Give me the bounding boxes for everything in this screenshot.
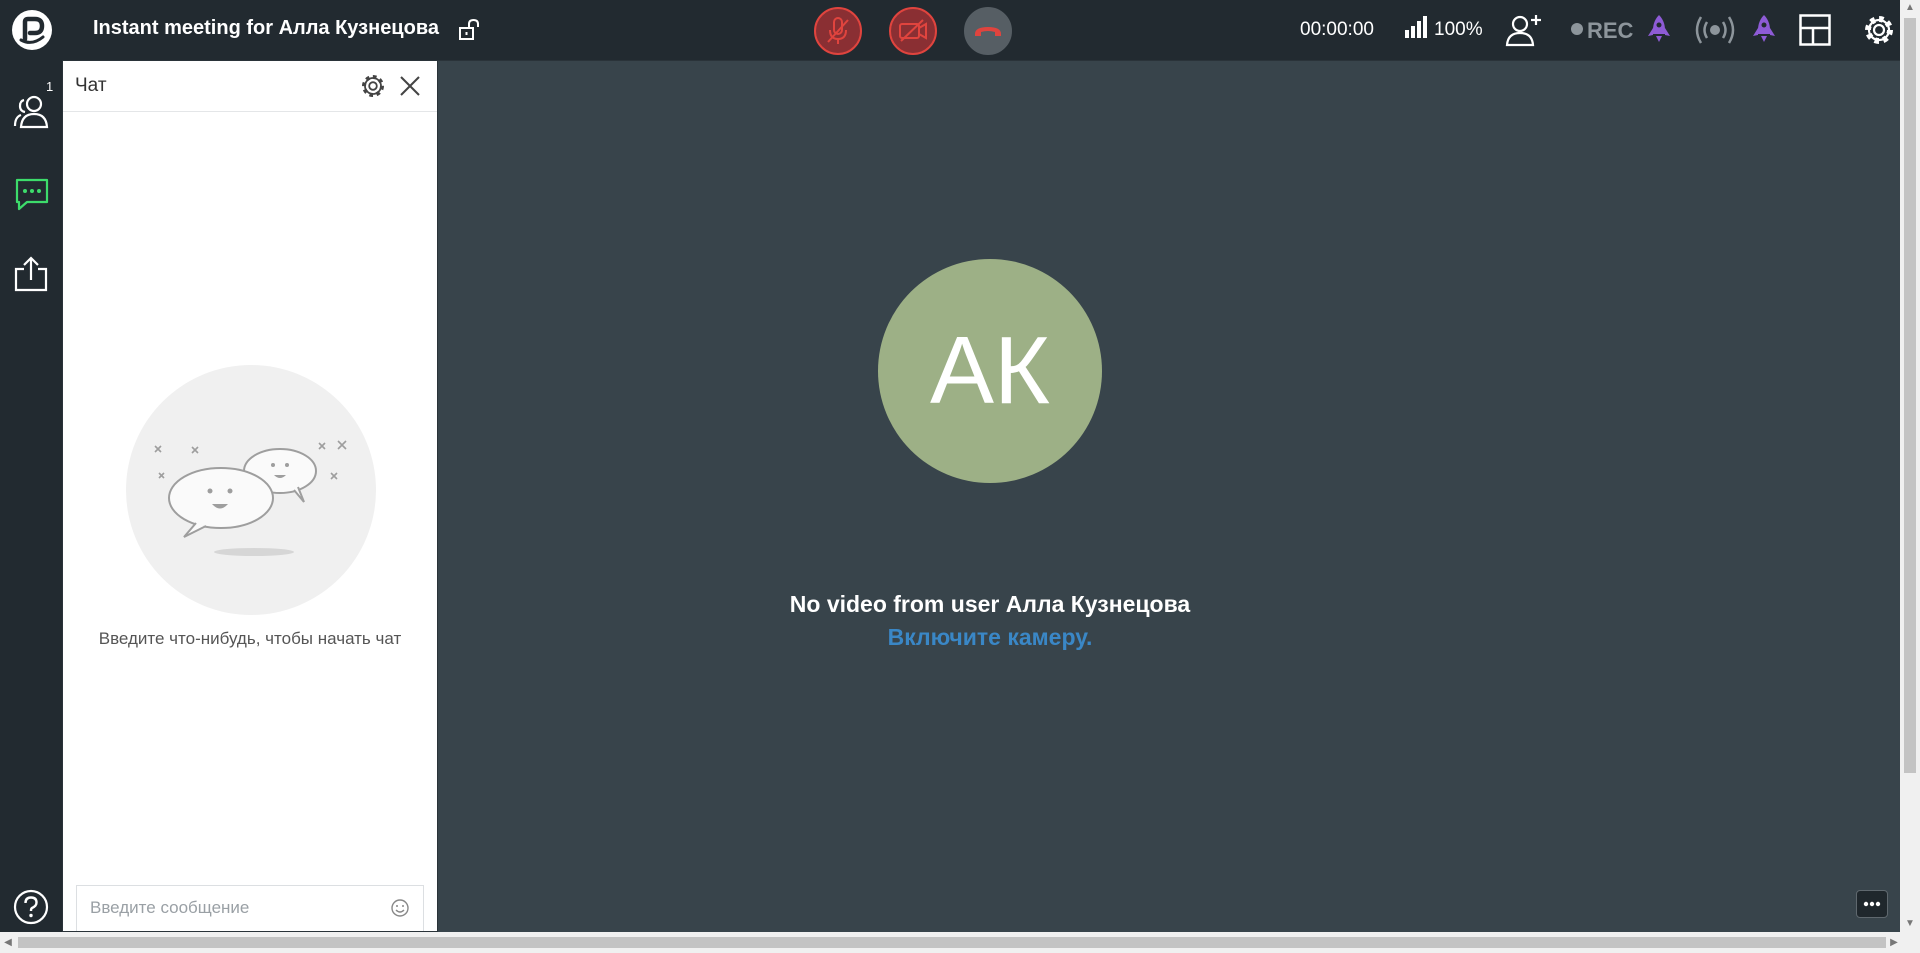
scroll-right-arrow-icon[interactable]: ▶	[1886, 932, 1902, 953]
chat-empty-text: Введите что-нибудь, чтобы начать чат	[98, 629, 402, 648]
record-button[interactable]: REC	[1587, 18, 1633, 44]
logo-icon[interactable]	[12, 10, 52, 50]
unlock-icon[interactable]	[458, 18, 484, 47]
close-icon[interactable]	[397, 73, 423, 104]
chat-icon[interactable]	[14, 177, 50, 218]
emoji-icon[interactable]	[390, 898, 410, 923]
chat-title: Чат	[75, 75, 107, 96]
chat-message-input[interactable]	[77, 886, 390, 930]
video-stage: АК No video from user Алла Кузнецова Вкл…	[438, 61, 1900, 932]
vertical-scrollbar[interactable]: ▲ ▼	[1900, 0, 1920, 932]
avatar: АК	[878, 259, 1102, 483]
broadcast-icon[interactable]	[1692, 12, 1738, 53]
enable-camera-link[interactable]: Включите камеру.	[438, 624, 1542, 651]
vertical-scroll-thumb[interactable]	[1904, 18, 1916, 773]
signal-bars-icon	[1404, 16, 1430, 45]
mic-toggle-button[interactable]	[814, 7, 862, 55]
more-dots-icon	[1863, 901, 1881, 907]
help-icon[interactable]	[13, 889, 49, 930]
record-dot-icon	[1571, 23, 1583, 35]
participants-icon[interactable]	[12, 93, 52, 134]
chat-header: Чат	[63, 61, 437, 112]
scroll-left-arrow-icon[interactable]: ◀	[0, 932, 16, 953]
no-video-message: No video from user Алла Кузнецова	[789, 591, 1191, 617]
meeting-title: Instant meeting for Алла Кузнецова	[93, 17, 439, 39]
camera-toggle-button[interactable]	[889, 7, 937, 55]
mic-muted-icon	[827, 17, 849, 44]
call-timer: 00:00:00	[1300, 19, 1374, 40]
rocket-icon[interactable]	[1752, 14, 1776, 49]
camera-off-icon	[899, 19, 927, 42]
chat-panel: Чат Введите что-нибудь, чтобы начать чат…	[63, 61, 437, 931]
horizontal-scroll-thumb[interactable]	[18, 937, 1886, 948]
more-options-button[interactable]	[1856, 890, 1888, 918]
scroll-down-arrow-icon[interactable]: ▼	[1900, 916, 1920, 932]
top-bar: Instant meeting for Алла Кузнецова 00:00…	[0, 0, 1900, 60]
share-icon[interactable]	[13, 255, 49, 298]
settings-icon[interactable]	[1862, 13, 1896, 52]
rocket-icon[interactable]	[1647, 14, 1671, 49]
chat-input-box	[76, 885, 424, 931]
layout-icon[interactable]	[1799, 14, 1831, 51]
connection-quality: 100%	[1434, 19, 1483, 40]
empty-chat-illustration	[126, 365, 376, 620]
hang-up-button[interactable]	[964, 7, 1012, 55]
hang-up-icon	[975, 27, 1001, 36]
add-user-icon[interactable]	[1504, 12, 1544, 53]
participants-count-badge: 1	[46, 79, 54, 94]
scroll-up-arrow-icon[interactable]: ▲	[1900, 0, 1920, 16]
chat-settings-icon[interactable]	[360, 73, 386, 104]
horizontal-scrollbar[interactable]: ◀ ▶	[0, 932, 1920, 953]
left-rail	[0, 60, 62, 932]
